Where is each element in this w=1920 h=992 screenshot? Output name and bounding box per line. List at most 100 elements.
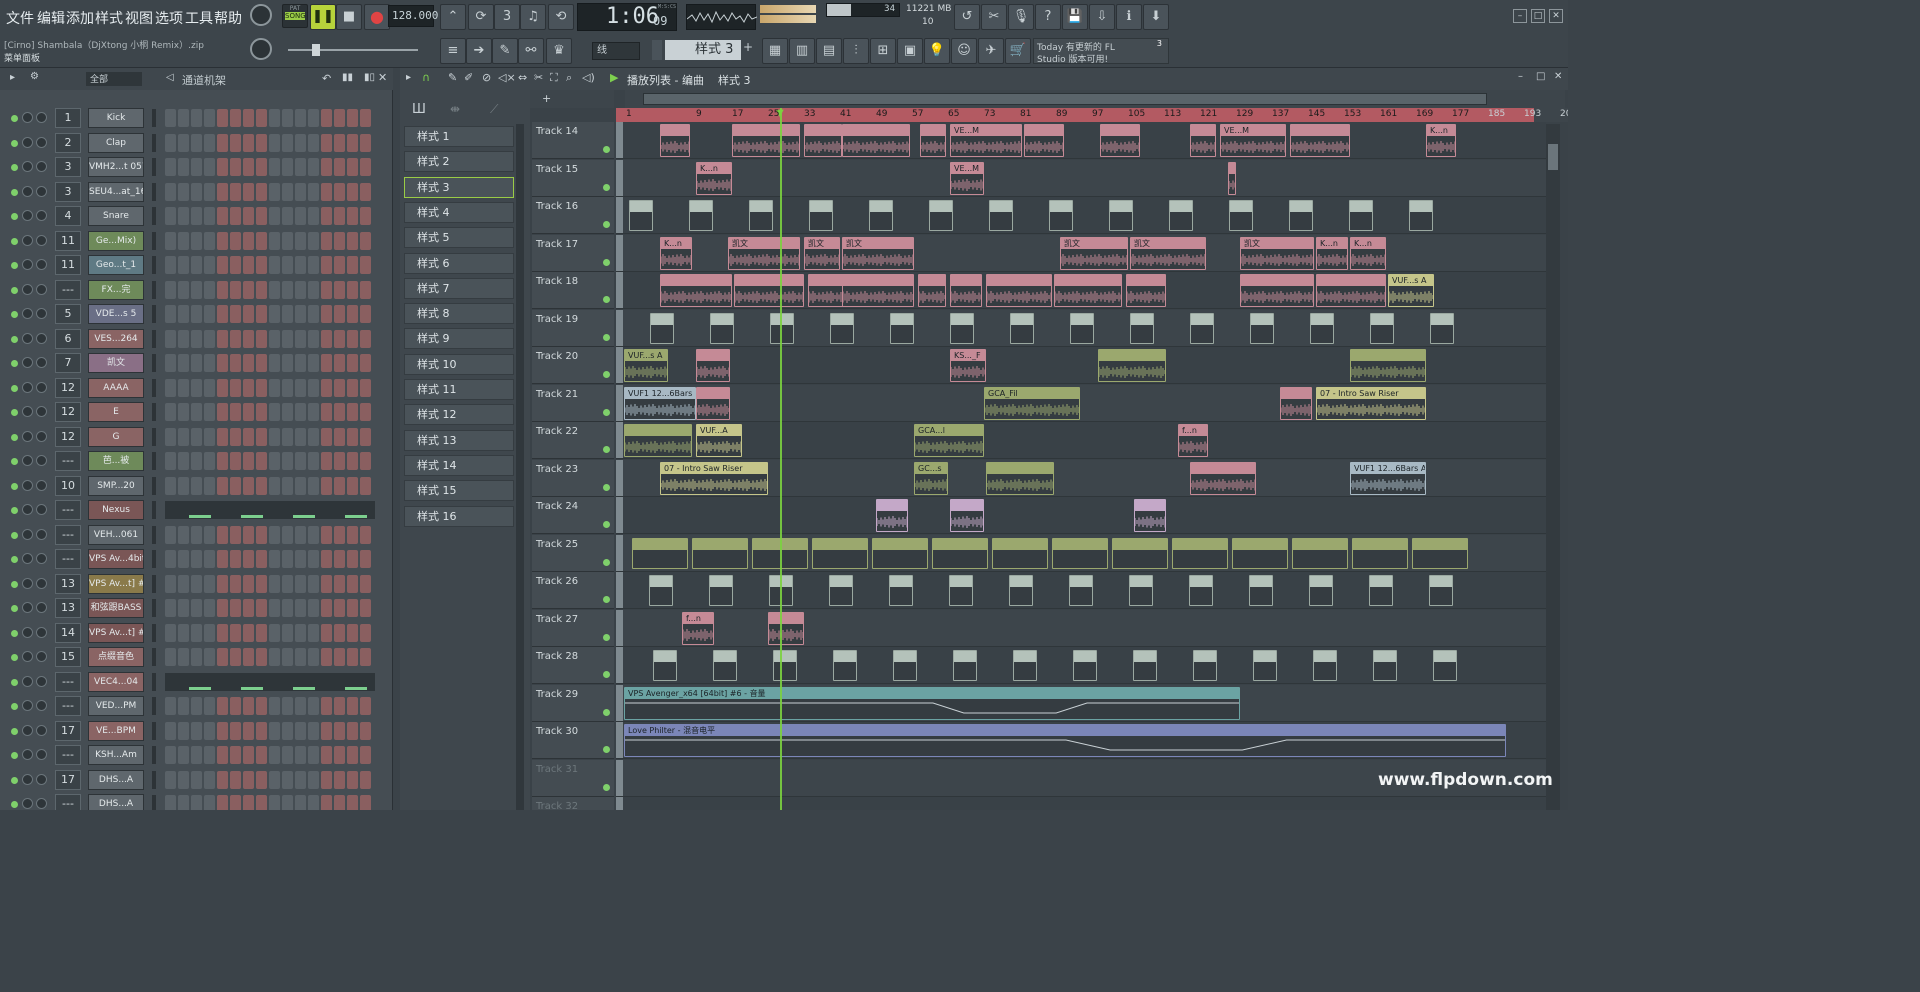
playlist-clip[interactable]: [1350, 349, 1426, 382]
mute-icon[interactable]: ◁×: [498, 71, 516, 84]
step-button[interactable]: [256, 231, 267, 250]
channel-volume-knob[interactable]: [36, 357, 47, 368]
playlist-clip[interactable]: [1409, 200, 1433, 231]
channel-select-bar[interactable]: [152, 550, 156, 568]
channel-pan-knob[interactable]: [22, 430, 33, 442]
step-button[interactable]: [204, 795, 215, 810]
step-button[interactable]: [191, 158, 202, 176]
pattern-selector[interactable]: 样式 3: [665, 40, 741, 60]
play-icon[interactable]: ▸: [10, 72, 15, 83]
channel-pan-knob[interactable]: [22, 749, 33, 760]
playlist-clip[interactable]: [1190, 312, 1214, 344]
playlist-clip[interactable]: [713, 650, 737, 681]
cut-icon[interactable]: ✂: [981, 4, 1007, 30]
step-button[interactable]: [295, 354, 306, 372]
save-icon[interactable]: 💾: [1062, 4, 1088, 30]
channel-name-button[interactable]: SMP...20: [88, 475, 144, 496]
channel-select-bar[interactable]: [152, 378, 156, 397]
channel-volume-knob[interactable]: [36, 406, 47, 417]
playlist-clip[interactable]: [1134, 499, 1166, 532]
step-button[interactable]: [165, 378, 176, 397]
playlist-clip[interactable]: K...n: [1426, 124, 1456, 157]
channel-volume-knob[interactable]: [36, 626, 47, 638]
track-mute-led-icon[interactable]: [603, 221, 610, 228]
channel-volume-knob[interactable]: [36, 749, 47, 760]
step-button[interactable]: [217, 207, 228, 225]
playlist-clip[interactable]: [812, 537, 868, 569]
step-button[interactable]: [282, 305, 293, 323]
step-button[interactable]: [347, 305, 358, 323]
pattern-item[interactable]: 样式 16: [404, 505, 514, 527]
step-button[interactable]: [243, 133, 254, 152]
playlist-clip[interactable]: [1130, 312, 1154, 344]
channel-pan-knob[interactable]: [22, 504, 33, 515]
step-button[interactable]: [295, 329, 306, 348]
pattern-item[interactable]: 样式 1: [404, 126, 514, 147]
step-button[interactable]: [256, 256, 267, 274]
channel-led-icon[interactable]: [11, 433, 18, 441]
step-button[interactable]: [178, 746, 189, 764]
playlist-clip[interactable]: [1189, 575, 1213, 606]
channel-name-button[interactable]: KSH...Am: [88, 745, 144, 765]
track-mute-led-icon[interactable]: [603, 146, 610, 153]
channel-led-icon[interactable]: [11, 531, 18, 539]
step-button[interactable]: [360, 256, 371, 274]
step-button[interactable]: [191, 427, 202, 446]
stop-button[interactable]: ■: [336, 4, 362, 30]
step-button[interactable]: [269, 207, 280, 225]
step-button[interactable]: [321, 476, 332, 495]
step-button[interactable]: [295, 427, 306, 446]
channel-volume-knob[interactable]: [36, 700, 47, 711]
step-button[interactable]: [204, 770, 215, 789]
step-button[interactable]: [178, 427, 189, 446]
step-button[interactable]: [191, 574, 202, 593]
step-button[interactable]: [204, 305, 215, 323]
channel-select-bar[interactable]: [152, 109, 156, 127]
channel-pan-knob[interactable]: [22, 332, 33, 344]
playlist-clip[interactable]: 凯文: [842, 236, 914, 270]
playlist-clip[interactable]: [1412, 537, 1468, 569]
step-button[interactable]: [347, 770, 358, 789]
step-button[interactable]: [178, 158, 189, 176]
step-button[interactable]: [178, 697, 189, 715]
step-button[interactable]: [295, 109, 306, 127]
channel-volume-knob[interactable]: [36, 479, 47, 491]
step-button[interactable]: [321, 795, 332, 810]
step-button[interactable]: [230, 697, 241, 715]
step-button[interactable]: [256, 623, 267, 642]
playlist-clip[interactable]: [1249, 575, 1273, 606]
step-button[interactable]: [165, 280, 176, 299]
channel-number[interactable]: ---: [55, 671, 81, 692]
step-button[interactable]: [256, 182, 267, 201]
step-button[interactable]: [256, 746, 267, 764]
cart-icon[interactable]: 🛒: [1005, 38, 1031, 64]
playlist-clip[interactable]: VUF...s A: [1388, 274, 1434, 307]
playlist-clip[interactable]: [770, 312, 794, 344]
channel-volume-knob[interactable]: [36, 308, 47, 319]
playlist-clip[interactable]: [1369, 575, 1393, 606]
step-button[interactable]: [334, 182, 345, 201]
step-button[interactable]: [178, 574, 189, 593]
prev-pattern-icon[interactable]: [652, 40, 662, 60]
step-button[interactable]: [334, 158, 345, 176]
bird-icon[interactable]: ✈: [978, 38, 1004, 64]
channel-name-button[interactable]: VES...264: [88, 328, 144, 349]
channel-led-icon[interactable]: [11, 458, 18, 465]
channel-number[interactable]: 12: [55, 426, 81, 447]
step-button[interactable]: [308, 770, 319, 789]
step-button[interactable]: [165, 427, 176, 446]
step-button[interactable]: [347, 476, 358, 495]
step-button[interactable]: [243, 256, 254, 274]
playlist-clip[interactable]: 凯文: [1060, 236, 1128, 270]
playlist-clip[interactable]: 凯文: [1240, 236, 1314, 270]
pattern-item[interactable]: 样式 7: [404, 277, 514, 299]
playback-icon[interactable]: ◁): [582, 71, 595, 84]
step-button[interactable]: [243, 697, 254, 715]
step-button[interactable]: [308, 476, 319, 495]
playlist-clip[interactable]: f...n: [1178, 424, 1208, 457]
menu-item-1[interactable]: 编辑: [37, 8, 65, 28]
step-button[interactable]: [295, 158, 306, 176]
step-button[interactable]: [256, 280, 267, 299]
channel-name-button[interactable]: SEU4...at_16: [88, 181, 144, 202]
step-button[interactable]: [334, 133, 345, 152]
